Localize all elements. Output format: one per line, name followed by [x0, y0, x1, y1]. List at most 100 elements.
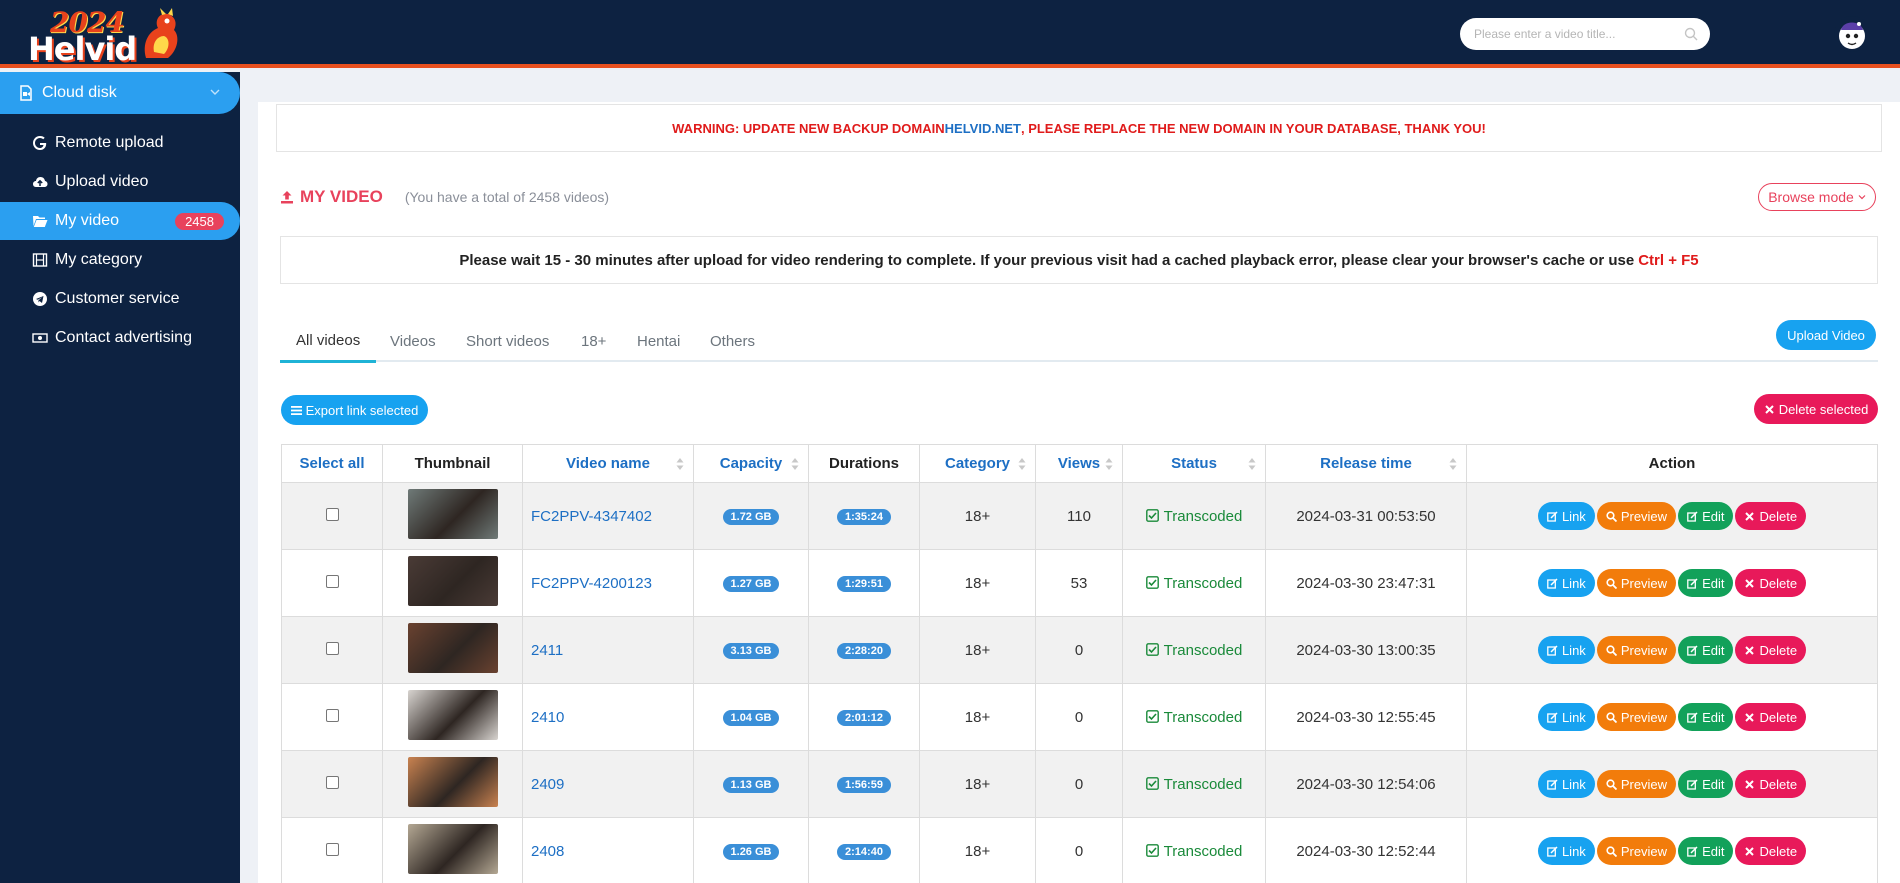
- row-checkbox[interactable]: [325, 574, 339, 588]
- sidebar-item-upload-video[interactable]: Upload video: [0, 163, 240, 201]
- release-time-cell: 2024-03-30 13:00:35: [1265, 616, 1467, 684]
- video-thumbnail[interactable]: [407, 623, 498, 673]
- sort-icon: [676, 458, 684, 470]
- category-cell: 18+: [919, 549, 1036, 617]
- tab-18-plus[interactable]: 18+: [565, 320, 622, 362]
- edit-button[interactable]: Edit: [1678, 770, 1734, 798]
- link-button[interactable]: Link: [1537, 703, 1595, 731]
- video-table-body: FC2PPV-4347402 1.72 GB 1:35:24 18+ 110 Transc…: [281, 482, 1878, 883]
- action-label: Edit: [1702, 843, 1725, 859]
- delete-button[interactable]: Delete: [1735, 569, 1807, 597]
- video-name-link[interactable]: 2409: [522, 750, 694, 818]
- search-icon[interactable]: [1684, 27, 1698, 41]
- sidebar-item-my-video[interactable]: My video 2458: [0, 202, 240, 240]
- user-avatar[interactable]: [1834, 16, 1870, 52]
- row-checkbox[interactable]: [325, 775, 339, 789]
- action-label: Edit: [1702, 508, 1725, 524]
- edit-button[interactable]: Edit: [1678, 837, 1734, 865]
- category-header[interactable]: Category: [919, 444, 1036, 483]
- video-name-link[interactable]: FC2PPV-4200123: [522, 549, 694, 617]
- row-checkbox[interactable]: [325, 641, 339, 655]
- search-input[interactable]: [1460, 18, 1670, 50]
- status-header[interactable]: Status: [1122, 444, 1266, 483]
- tab-short-videos[interactable]: Short videos: [450, 320, 565, 362]
- link-button[interactable]: Link: [1537, 569, 1595, 597]
- video-thumbnail[interactable]: [407, 556, 498, 606]
- sidebar-item-my-category[interactable]: My category: [0, 241, 240, 279]
- row-checkbox[interactable]: [325, 507, 339, 521]
- views-cell: 53: [1035, 549, 1123, 617]
- views-cell: 0: [1035, 750, 1123, 818]
- status-label: Transcoded: [1163, 507, 1243, 525]
- video-thumbnail[interactable]: [407, 489, 498, 539]
- helvid-logo[interactable]: 2024 Helvid: [26, 4, 186, 68]
- tab-videos[interactable]: Videos: [374, 320, 452, 362]
- sidebar-item-remote-upload[interactable]: Remote upload: [0, 124, 240, 162]
- video-thumbnail[interactable]: [407, 690, 498, 740]
- sidebar-item-cloud-disk[interactable]: Cloud disk: [0, 72, 240, 114]
- export-link-selected-button[interactable]: Export link selected: [281, 395, 428, 425]
- preview-button[interactable]: Preview: [1596, 837, 1677, 865]
- edit-button[interactable]: Edit: [1678, 502, 1734, 530]
- column-label: Status: [1171, 455, 1217, 472]
- preview-button[interactable]: Preview: [1596, 569, 1677, 597]
- action-label: Preview: [1620, 709, 1668, 725]
- delete-button[interactable]: Delete: [1735, 502, 1807, 530]
- video-thumbnail[interactable]: [407, 824, 498, 874]
- preview-button[interactable]: Preview: [1596, 636, 1677, 664]
- delete-selected-button[interactable]: Delete selected: [1754, 394, 1878, 424]
- video-name-link[interactable]: 2411: [522, 616, 694, 684]
- tab-others[interactable]: Others: [694, 320, 771, 362]
- video-thumbnail[interactable]: [407, 757, 498, 807]
- upload-video-button[interactable]: Upload Video: [1776, 320, 1876, 350]
- tab-all-videos[interactable]: All videos: [280, 320, 377, 363]
- preview-button[interactable]: Preview: [1596, 502, 1677, 530]
- sort-icon: [1105, 458, 1113, 470]
- duration-badge: 2:28:20: [837, 643, 891, 659]
- warning-domain-link[interactable]: HELVID.NET: [945, 121, 1021, 136]
- close-icon: [1745, 779, 1755, 789]
- delete-button[interactable]: Delete: [1735, 837, 1807, 865]
- sort-icon: [1248, 458, 1256, 470]
- table-row: 2410 1.04 GB 2:01:12 18+ 0 Transcoded 2024-03-…: [281, 683, 1878, 751]
- row-checkbox[interactable]: [325, 708, 339, 722]
- select-all-header[interactable]: Select all: [281, 444, 383, 483]
- action-cell: Link Preview Edit Delete: [1466, 817, 1878, 883]
- capacity-cell: 1.13 GB: [693, 750, 809, 818]
- video-name-link[interactable]: 2408: [522, 817, 694, 883]
- video-name-header[interactable]: Video name: [522, 444, 694, 483]
- edit-button[interactable]: Edit: [1678, 636, 1734, 664]
- link-button[interactable]: Link: [1537, 502, 1595, 530]
- edit-button[interactable]: Edit: [1678, 703, 1734, 731]
- link-button[interactable]: Link: [1537, 636, 1595, 664]
- video-name-link[interactable]: 2410: [522, 683, 694, 751]
- thumbnail-cell: [382, 750, 523, 818]
- sidebar-item-contact-advertising[interactable]: Contact advertising: [0, 319, 240, 357]
- category-cell: 18+: [919, 482, 1036, 550]
- delete-button[interactable]: Delete: [1735, 636, 1807, 664]
- link-button[interactable]: Link: [1537, 837, 1595, 865]
- close-icon: [1745, 712, 1755, 722]
- preview-button[interactable]: Preview: [1596, 703, 1677, 731]
- link-button[interactable]: Link: [1537, 770, 1595, 798]
- video-name-link[interactable]: FC2PPV-4347402: [522, 482, 694, 550]
- browse-mode-dropdown[interactable]: Browse mode: [1758, 183, 1876, 211]
- edit-button[interactable]: Edit: [1678, 569, 1734, 597]
- capacity-header[interactable]: Capacity: [693, 444, 809, 483]
- delete-button[interactable]: Delete: [1735, 703, 1807, 731]
- chevron-down-icon[interactable]: [210, 87, 220, 97]
- browse-mode-label: Browse mode: [1768, 189, 1854, 205]
- release-time-header[interactable]: Release time: [1265, 444, 1467, 483]
- tab-hentai[interactable]: Hentai: [621, 320, 696, 362]
- row-checkbox[interactable]: [325, 842, 339, 856]
- sidebar: Cloud disk Remote upload Upload video My…: [0, 72, 240, 883]
- chevron-down-icon: [1858, 195, 1866, 200]
- delete-button[interactable]: Delete: [1735, 770, 1807, 798]
- views-header[interactable]: Views: [1035, 444, 1123, 483]
- sidebar-item-customer-service[interactable]: Customer service: [0, 280, 240, 318]
- views-cell: 110: [1035, 482, 1123, 550]
- edit-link-icon: [1547, 510, 1558, 522]
- preview-button[interactable]: Preview: [1596, 770, 1677, 798]
- capacity-cell: 1.27 GB: [693, 549, 809, 617]
- column-label: Video name: [566, 455, 650, 472]
